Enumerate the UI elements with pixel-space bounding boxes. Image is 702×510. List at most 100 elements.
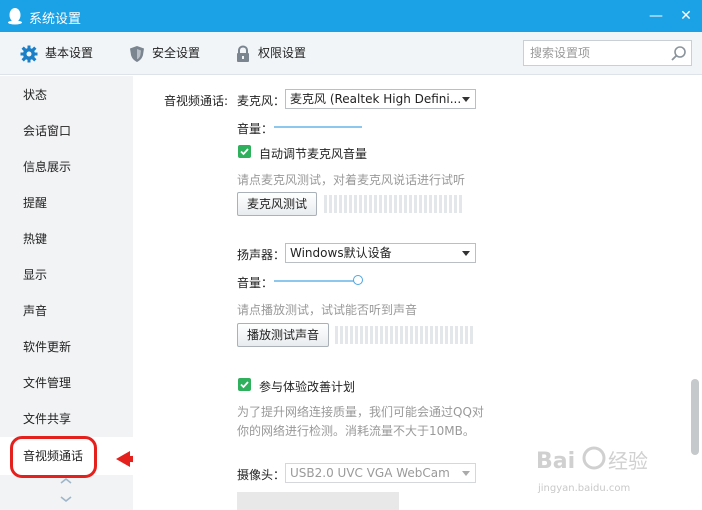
meter-bar — [459, 195, 462, 213]
meter-bar — [444, 195, 447, 213]
highlight-box — [10, 436, 97, 478]
sidebar-item-sound[interactable]: 声音 — [0, 293, 133, 329]
speaker-label: 扬声器： — [237, 248, 286, 262]
meter-bar — [369, 195, 372, 213]
meter-bar — [365, 326, 368, 344]
meter-bar — [460, 326, 463, 344]
meter-bar — [449, 195, 452, 213]
play-test-button[interactable]: 播放测试声音 — [237, 323, 329, 347]
chevron-down-icon — [462, 251, 470, 256]
meter-bar — [394, 195, 397, 213]
search-icon[interactable] — [670, 45, 687, 62]
experience-label: 参与体验改善计划 — [259, 380, 356, 394]
close-button[interactable]: ✕ — [676, 6, 696, 26]
meter-bar — [360, 326, 363, 344]
speaker-device-select[interactable]: Windows默认设备 — [285, 243, 476, 263]
meter-bar — [345, 326, 348, 344]
minimize-button[interactable]: — — [646, 6, 666, 26]
svg-text:经验: 经验 — [608, 449, 648, 473]
title-bar: 系统设置 — ✕ — [0, 0, 702, 32]
speaker-hint: 请点播放测试，试试能否听到声音 — [237, 303, 418, 317]
camera-device-value: USB2.0 UVC VGA WebCam — [290, 466, 450, 480]
meter-bar — [419, 195, 422, 213]
meter-bar — [470, 326, 473, 344]
mic-volume-label: 音量： — [237, 122, 274, 136]
shield-icon — [130, 46, 144, 62]
meter-bar — [344, 195, 347, 213]
section-label-av: 音视频通话: — [164, 94, 229, 108]
tab-label: 权限设置 — [258, 46, 307, 60]
speaker-volume-slider[interactable] — [274, 280, 358, 282]
meter-bar — [380, 326, 383, 344]
baidu-watermark: Bai 经验 jingyan.baidu.com — [536, 440, 666, 500]
speaker-volume-knob[interactable] — [353, 275, 363, 285]
experience-desc-line-2: 你的网络进行检测。消耗流量不大于10MB。 — [237, 424, 475, 438]
sidebar-item-hotkeys[interactable]: 热键 — [0, 221, 133, 257]
chevron-down-icon — [462, 97, 470, 102]
scrollbar-thumb[interactable] — [691, 379, 699, 455]
meter-bar — [399, 195, 402, 213]
sidebar-item-file-management[interactable]: 文件管理 — [0, 365, 133, 401]
auto-adjust-label: 自动调节麦克风音量 — [259, 147, 368, 161]
mic-device-value: 麦克风 (Realtek High Defini... — [290, 92, 462, 106]
speaker-volume-label: 音量： — [237, 276, 274, 290]
meter-bar — [339, 195, 342, 213]
search-box[interactable] — [523, 40, 692, 66]
sidebar-item-reminder[interactable]: 提醒 — [0, 185, 133, 221]
meter-bar — [390, 326, 393, 344]
speaker-device-value: Windows默认设备 — [290, 246, 392, 260]
tab-permission-settings[interactable]: 权限设置 — [234, 32, 324, 75]
sidebar-item-software-update[interactable]: 软件更新 — [0, 329, 133, 365]
mic-device-select[interactable]: 麦克风 (Realtek High Defini... — [285, 89, 476, 109]
check-icon — [240, 381, 249, 389]
meter-bar — [455, 326, 458, 344]
meter-bar — [445, 326, 448, 344]
check-icon — [240, 148, 249, 156]
meter-bar — [395, 326, 398, 344]
watermark-url: jingyan.baidu.com — [538, 483, 631, 494]
mic-level-meter — [324, 195, 462, 213]
meter-bar — [384, 195, 387, 213]
window-title: 系统设置 — [29, 12, 82, 27]
sidebar-item-status[interactable]: 状态 — [0, 77, 133, 113]
sidebar-item-chat-window[interactable]: 会话窗口 — [0, 113, 133, 149]
sidebar-item-display[interactable]: 显示 — [0, 257, 133, 293]
tab-label: 安全设置 — [152, 46, 201, 60]
meter-bar — [424, 195, 427, 213]
experience-desc-line-1: 为了提升网络连接质量，我们可能会通过QQ对 — [237, 405, 484, 419]
meter-bar — [434, 195, 437, 213]
meter-bar — [439, 195, 442, 213]
meter-bar — [409, 195, 412, 213]
chevron-down-icon — [462, 471, 470, 476]
mic-test-button[interactable]: 麦克风测试 — [237, 192, 317, 216]
meter-bar — [414, 195, 417, 213]
experience-checkbox[interactable] — [238, 378, 251, 391]
search-input[interactable] — [530, 44, 665, 62]
camera-preview — [237, 492, 399, 510]
svg-text:Bai: Bai — [536, 449, 575, 474]
scroll-down-arrows-icon[interactable] — [58, 476, 74, 506]
sidebar-item-info-display[interactable]: 信息展示 — [0, 149, 133, 185]
mic-volume-slider[interactable] — [274, 126, 362, 128]
meter-bar — [435, 326, 438, 344]
meter-bar — [400, 326, 403, 344]
meter-bar — [389, 195, 392, 213]
auto-adjust-checkbox[interactable] — [238, 145, 251, 158]
meter-bar — [324, 195, 327, 213]
tab-basic-settings[interactable]: 基本设置 — [20, 32, 110, 75]
meter-bar — [370, 326, 373, 344]
meter-bar — [335, 326, 338, 344]
meter-bar — [349, 195, 352, 213]
meter-bar — [425, 326, 428, 344]
meter-bar — [375, 326, 378, 344]
meter-bar — [340, 326, 343, 344]
meter-bar — [359, 195, 362, 213]
vertical-scrollbar[interactable] — [688, 76, 702, 510]
meter-bar — [454, 195, 457, 213]
speaker-level-meter — [335, 326, 473, 344]
camera-device-select[interactable]: USB2.0 UVC VGA WebCam — [285, 463, 476, 483]
meter-bar — [374, 195, 377, 213]
tab-security-settings[interactable]: 安全设置 — [128, 32, 218, 75]
sidebar-item-file-sharing[interactable]: 文件共享 — [0, 401, 133, 437]
meter-bar — [440, 326, 443, 344]
